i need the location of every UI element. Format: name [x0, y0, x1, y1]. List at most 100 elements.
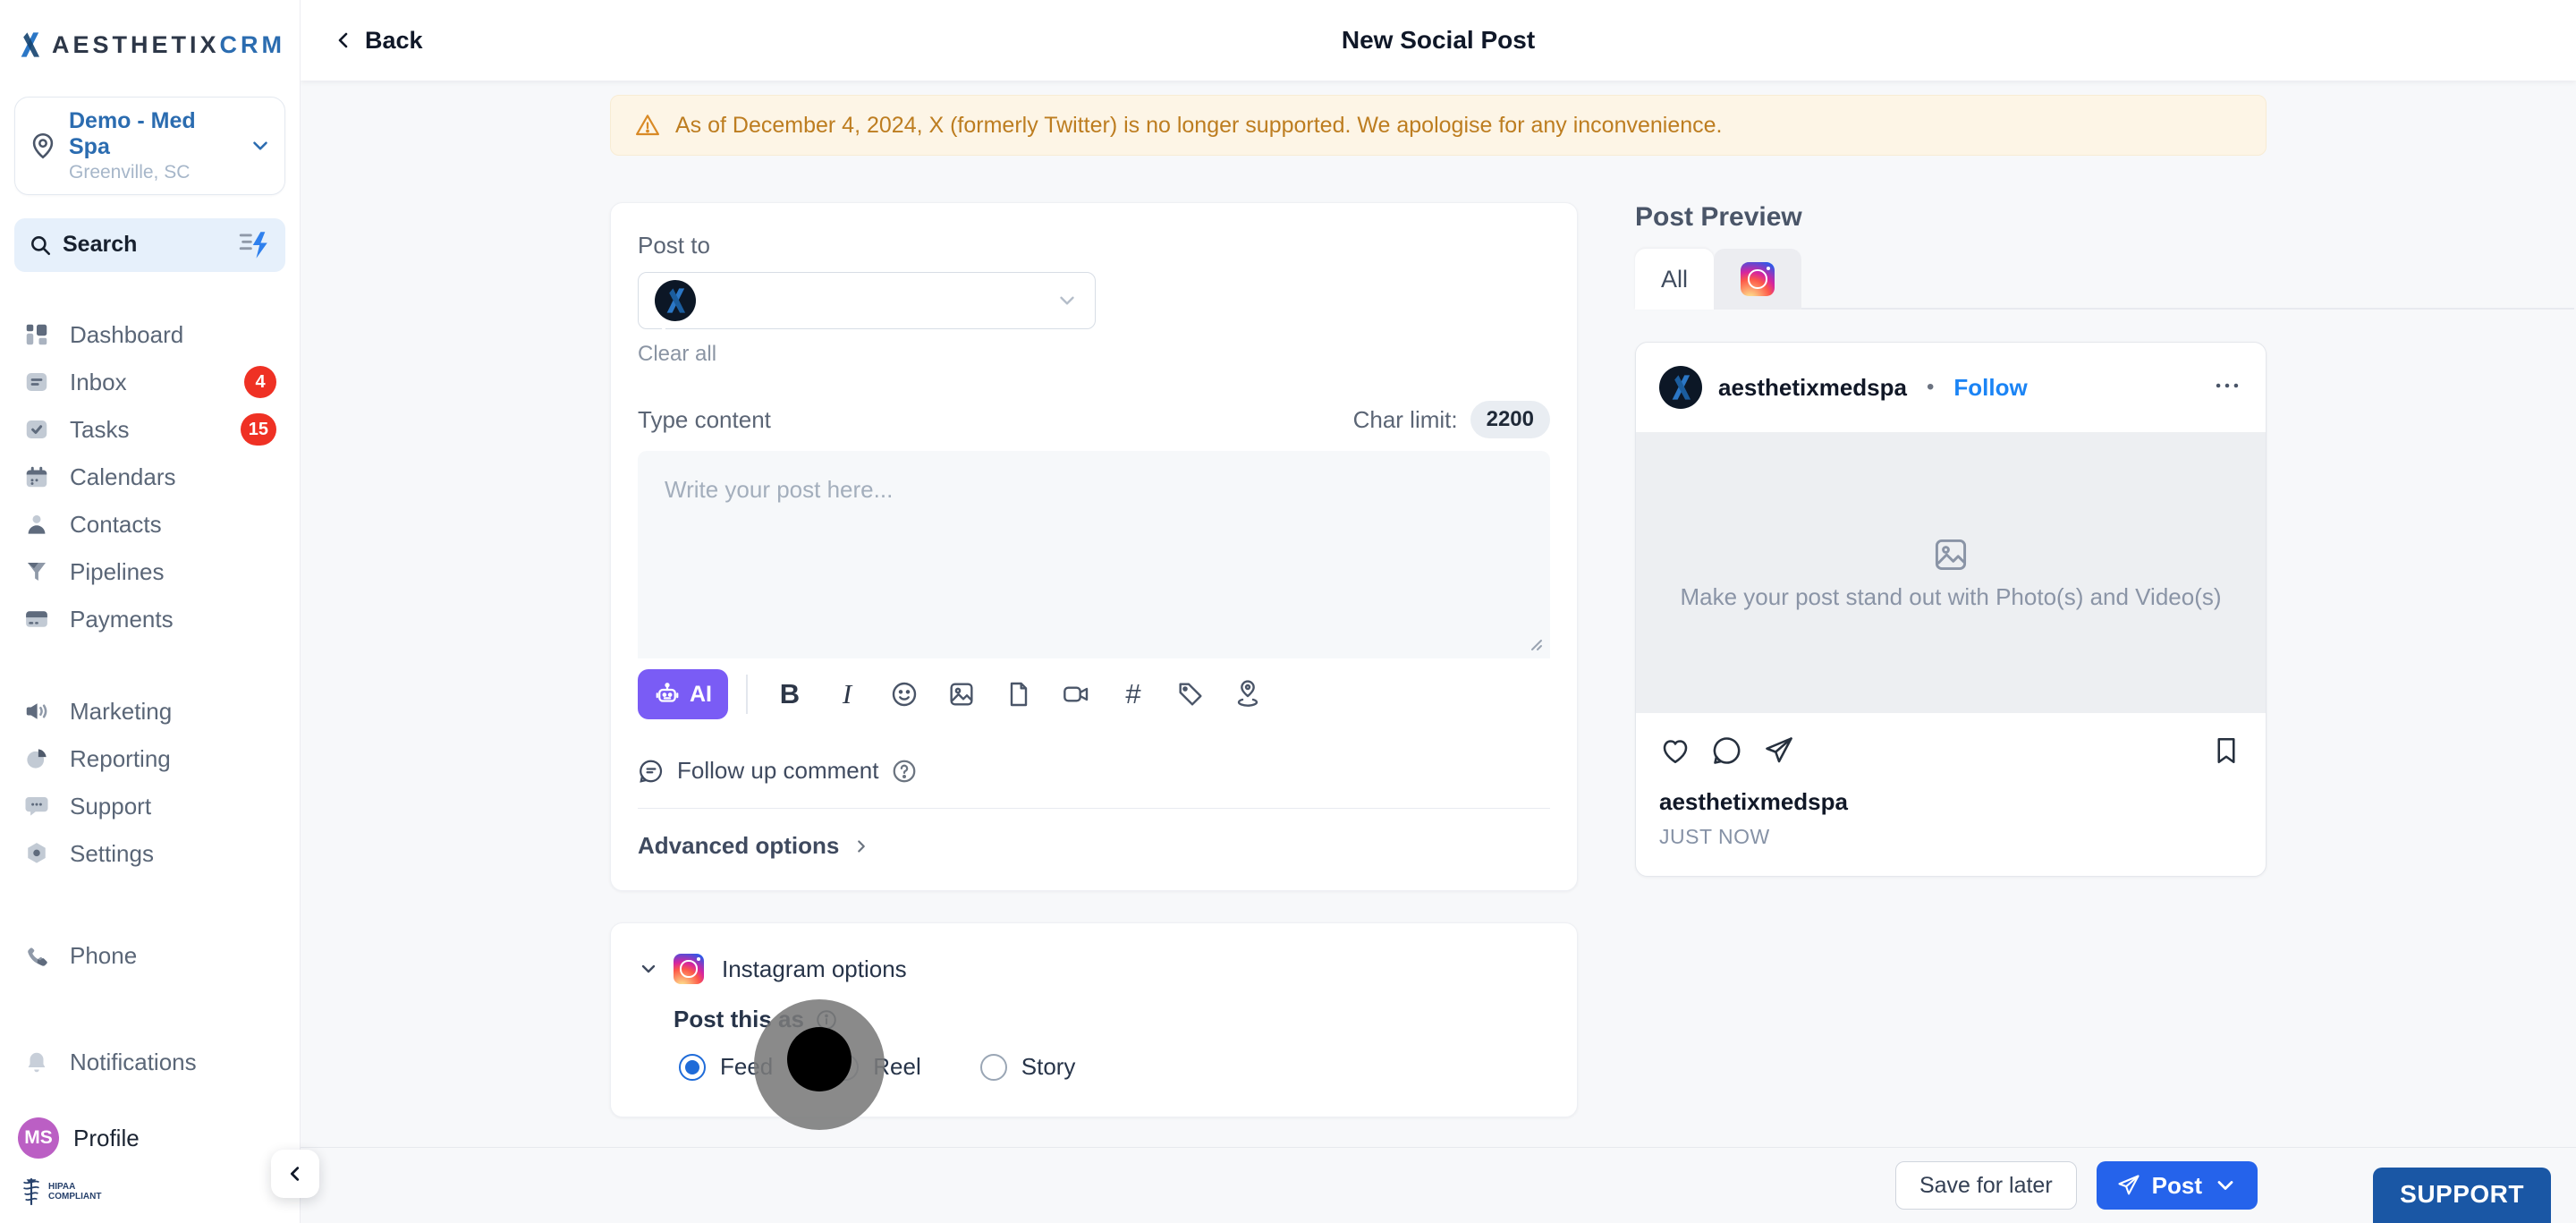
italic-button[interactable]: I [823, 670, 871, 718]
ai-assistant-button[interactable]: AI [638, 669, 728, 719]
sidebar-item-label: Contacts [70, 511, 276, 539]
post-label: Post [2152, 1172, 2202, 1200]
sidebar-item-pipelines[interactable]: Pipelines [14, 548, 285, 596]
location-pin-icon [1233, 680, 1262, 709]
sidebar-item-reporting[interactable]: Reporting [14, 735, 285, 783]
search-label: Search [63, 232, 226, 258]
post-preview-title: Post Preview [1635, 202, 2267, 233]
sidebar-item-inbox[interactable]: Inbox 4 [14, 359, 285, 406]
sidebar-nav: Dashboard Inbox 4 Tasks 15 Cale [14, 311, 285, 878]
chevron-right-icon [852, 837, 871, 856]
radio-option-story[interactable]: Story [980, 1053, 1076, 1081]
more-options-button[interactable] [2212, 370, 2242, 405]
back-button[interactable]: Back [333, 27, 423, 55]
credit-card-icon [23, 606, 50, 633]
section-divider [638, 808, 1550, 809]
chevron-down-icon [2213, 1173, 2238, 1198]
location-selector[interactable]: Demo - Med Spa Greenville, SC [14, 97, 285, 195]
file-button[interactable] [995, 670, 1043, 718]
sidebar-item-label: Phone [70, 942, 276, 970]
image-button[interactable] [937, 670, 986, 718]
tag-button[interactable] [1166, 670, 1215, 718]
preview-username: aesthetixmedspa [1718, 374, 1907, 402]
quick-actions-ai-icon[interactable] [237, 231, 271, 259]
tab-all[interactable]: All [1635, 249, 1714, 310]
emoji-button[interactable] [880, 670, 928, 718]
char-limit-label: Char limit: [1353, 406, 1458, 434]
bookmark-icon[interactable] [2210, 735, 2242, 767]
page-title: New Social Post [1342, 26, 1535, 55]
sidebar-item-contacts[interactable]: Contacts [14, 501, 285, 548]
sidebar-item-dashboard[interactable]: Dashboard [14, 311, 285, 359]
sidebar-collapse-button[interactable] [271, 1150, 319, 1198]
post-to-select[interactable] [638, 272, 1096, 329]
chat-bubble-icon [23, 793, 50, 820]
location-city: Greenville, SC [69, 162, 238, 183]
video-button[interactable] [1052, 670, 1100, 718]
instagram-options-header[interactable]: Instagram options [638, 954, 1550, 984]
sidebar-nav-secondary: Marketing Reporting Support [14, 688, 285, 878]
search-icon [29, 234, 52, 257]
account-avatar [1659, 366, 1702, 409]
toolbar-divider [746, 675, 748, 714]
sidebar-item-label: Support [70, 793, 276, 820]
share-icon[interactable] [1763, 735, 1795, 767]
sidebar-item-profile[interactable]: MS Profile [14, 1112, 285, 1164]
sidebar-item-label: Settings [70, 840, 276, 868]
heart-icon[interactable] [1659, 735, 1691, 767]
radio-icon [832, 1054, 859, 1081]
sidebar-item-settings[interactable]: Settings [14, 830, 285, 878]
sidebar-item-phone[interactable]: Phone [14, 933, 285, 979]
video-camera-icon [1062, 680, 1090, 709]
sidebar-item-support[interactable]: Support [14, 783, 285, 830]
bold-button[interactable]: B [766, 670, 814, 718]
back-label: Back [365, 27, 423, 55]
info-circle-icon[interactable] [815, 1008, 838, 1032]
funnel-icon [23, 558, 50, 585]
sidebar-item-payments[interactable]: Payments [14, 596, 285, 643]
advanced-options-toggle[interactable]: Advanced options [638, 832, 1550, 860]
tab-instagram[interactable] [1714, 249, 1801, 310]
media-hint-text: Make your post stand out with Photo(s) a… [1680, 583, 2221, 611]
resize-handle-icon[interactable] [1527, 635, 1543, 651]
warning-triangle-icon [634, 112, 661, 139]
follow-up-comment-toggle[interactable]: Follow up comment [638, 757, 1550, 785]
hashtag-button[interactable]: # [1109, 670, 1157, 718]
preview-timestamp: JUST NOW [1636, 816, 2266, 876]
sidebar-item-label: Reporting [70, 745, 276, 773]
sidebar-item-label: Calendars [70, 463, 276, 491]
instagram-preview-card: aesthetixmedspa • Follow Make your post … [1635, 342, 2267, 877]
radio-option-reel[interactable]: Reel [832, 1053, 920, 1081]
follow-link[interactable]: Follow [1953, 374, 2027, 402]
clear-all-link[interactable]: Clear all [638, 342, 716, 367]
sidebar-item-label: Dashboard [70, 321, 276, 349]
sidebar-item-tasks[interactable]: Tasks 15 [14, 406, 285, 454]
post-content-input[interactable] [638, 451, 1550, 658]
hipaa-line2: COMPLIANT [48, 1192, 101, 1202]
radio-label: Story [1021, 1053, 1076, 1081]
sidebar-item-notifications[interactable]: Notifications [14, 1040, 285, 1085]
preview-column: Post Preview All [1635, 202, 2267, 1117]
post-button[interactable]: Post [2097, 1161, 2258, 1210]
preview-tabs: All [1635, 249, 2267, 310]
sidebar-item-calendars[interactable]: Calendars [14, 454, 285, 501]
instagram-options-card: Instagram options Post this as Feed [610, 922, 1578, 1117]
support-button[interactable]: SUPPORT [2373, 1168, 2551, 1223]
profile-avatar: MS [18, 1117, 59, 1159]
brand-x-icon [1665, 372, 1696, 403]
dot-separator: • [1927, 375, 1934, 400]
comment-icon[interactable] [1711, 735, 1743, 767]
radio-label: Feed [720, 1053, 773, 1081]
follow-up-label: Follow up comment [677, 757, 878, 785]
selected-account-chip [655, 280, 696, 321]
save-for-later-button[interactable]: Save for later [1895, 1161, 2077, 1210]
radio-selected-icon [679, 1054, 706, 1081]
sidebar-item-marketing[interactable]: Marketing [14, 688, 285, 735]
radio-option-feed[interactable]: Feed [679, 1053, 773, 1081]
location-button[interactable] [1224, 670, 1272, 718]
preview-footer-username: aesthetixmedspa [1636, 776, 2266, 816]
search-input[interactable]: Search [14, 218, 285, 272]
location-texts: Demo - Med Spa Greenville, SC [69, 108, 238, 183]
help-circle-icon[interactable] [891, 758, 918, 785]
ai-label: AI [690, 682, 712, 708]
